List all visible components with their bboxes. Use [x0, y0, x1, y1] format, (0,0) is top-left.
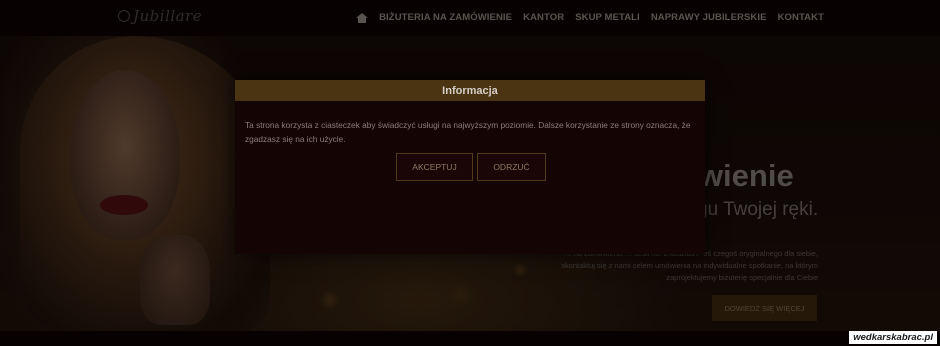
cookie-consent-modal: Informacja Ta strona korzysta z ciastecz… — [235, 80, 705, 254]
modal-actions: Akceptuj Odrzuć — [396, 153, 546, 181]
modal-header: Informacja — [235, 80, 705, 101]
accept-cookies-button[interactable]: Akceptuj — [396, 153, 473, 181]
modal-title: Informacja — [442, 84, 498, 97]
reject-cookies-button[interactable]: Odrzuć — [477, 153, 546, 181]
watermark: wedkarskabrac.pl — [849, 331, 937, 344]
modal-body-text: Ta strona korzysta z ciasteczek aby świa… — [245, 120, 691, 144]
